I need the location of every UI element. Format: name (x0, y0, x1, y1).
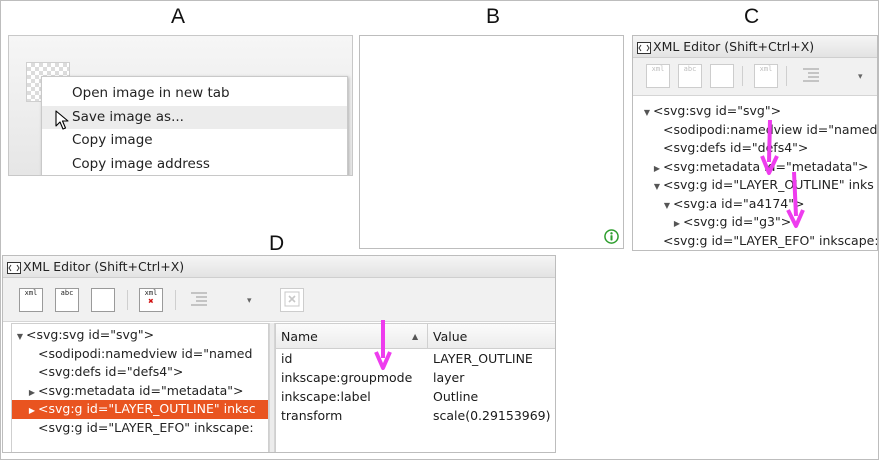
panel-b-blank-canvas (359, 35, 624, 249)
xml-node-label: <svg:a id="a4174"> (673, 195, 805, 211)
toolbar-separator (127, 290, 128, 310)
expanded-triangle-icon[interactable]: ▼ (661, 197, 673, 215)
xml-node-label: <svg:g id="g3"> (683, 214, 792, 229)
xml-node-row[interactable]: <svg:g id="LAYER_EFO" inkscape: (633, 232, 878, 251)
xml-node-label: <svg:svg id="svg"> (653, 103, 782, 118)
xml-editor-toolbar: xml abc xml ✖ ▾ (3, 278, 555, 322)
panel-d-xml-editor: XML Editor (Shift+Ctrl+X) xml abc xml ✖ ▾… (2, 255, 556, 453)
collapsed-triangle-icon[interactable]: ▶ (651, 160, 663, 178)
attribute-row[interactable]: inkscape:groupmode layer (276, 368, 555, 387)
xml-node-row[interactable]: ▼ <svg:svg id="svg"> (12, 326, 268, 345)
sort-ascending-icon[interactable]: ▲ (412, 324, 418, 349)
attribute-row[interactable]: id LAYER_OUTLINE (276, 349, 555, 368)
xml-node-tree: ▼ <svg:svg id="svg"> <sodipodi:namedview i… (11, 323, 269, 452)
attribute-table-header: Name ▲ Value (276, 324, 555, 349)
xml-node-row[interactable]: ▶ <svg:g id="g3"> (633, 213, 877, 233)
xml-node-row[interactable]: <svg:defs id="defs4"> (633, 139, 877, 158)
panel-label-b: B (486, 5, 501, 28)
attribute-value[interactable]: scale(0.29153969) (433, 406, 551, 425)
menu-item-save-image-as[interactable]: Save image as... (42, 105, 347, 129)
xml-node-row[interactable]: ▼ <svg:g id="LAYER_OUTLINE" inks (633, 176, 877, 196)
xml-editor-toolbar: xml abc xml ▾ (633, 58, 877, 96)
xml-editor-title-bar: XML Editor (Shift+Ctrl+X) (3, 256, 555, 278)
panel-label-d: D (269, 232, 285, 255)
attribute-name: inkscape:groupmode (281, 370, 413, 385)
dropdown-arrow-icon[interactable]: ▾ (858, 72, 863, 82)
xml-node-tree: ▼ <svg:svg id="svg"> <sodipodi:namedview i… (633, 96, 878, 251)
expanded-triangle-icon[interactable]: ▼ (641, 104, 653, 122)
toolbar-separator (175, 290, 176, 310)
attribute-name: transform (281, 408, 343, 423)
column-header-value[interactable]: Value (433, 324, 467, 349)
xml-editor-title: XML Editor (Shift+Ctrl+X) (653, 39, 815, 54)
xml-node-row[interactable]: ▶ <svg:metadata id="metadata"> (633, 158, 877, 178)
annotation-arrow-down-icon (374, 320, 392, 370)
panel-a-browser-context: Open image in new tab Save image as... C… (8, 35, 353, 176)
image-context-menu: Open image in new tab Save image as... C… (41, 76, 348, 176)
attribute-value[interactable]: LAYER_OUTLINE (433, 349, 533, 368)
xml-node-label: <svg:g id="LAYER_OUTLINE" inks (663, 177, 874, 192)
xml-node-row[interactable]: ▼ <svg:a id="a4174"> (633, 195, 877, 215)
new-element-node-icon[interactable]: xml (646, 64, 670, 88)
delete-node-icon[interactable]: xml (754, 64, 778, 88)
attribute-row[interactable]: inkscape:label Outline (276, 387, 555, 406)
xml-node-row[interactable]: ▶ <svg:metadata id="metadata"> (12, 382, 268, 401)
xml-editor-icon (637, 39, 651, 60)
collapsed-triangle-icon[interactable]: ▶ (671, 215, 683, 233)
xml-node-label: <svg:g id="LAYER_OUTLINE" inksc (38, 401, 256, 416)
dropdown-arrow-icon[interactable]: ▾ (247, 296, 252, 306)
delete-node-icon[interactable]: xml ✖ (139, 288, 163, 312)
attribute-value[interactable]: layer (433, 368, 464, 387)
xml-editor-icon (7, 259, 21, 280)
attribute-name: inkscape:label (281, 389, 371, 404)
toolbar-separator (786, 66, 787, 86)
unindent-node-icon[interactable] (799, 64, 823, 88)
expanded-triangle-icon[interactable]: ▼ (14, 328, 26, 346)
attribute-value[interactable]: Outline (433, 387, 478, 406)
xml-node-label: <svg:metadata id="metadata"> (38, 382, 244, 398)
new-text-node-icon[interactable]: abc (678, 64, 702, 88)
xml-node-label: <sodipodi:namedview id="named (38, 345, 253, 361)
xml-node-label: <svg:g id="LAYER_EFO" inkscape: (663, 232, 878, 248)
collapsed-triangle-icon[interactable]: ▶ (26, 402, 38, 420)
info-icon[interactable] (604, 229, 619, 244)
xml-node-row[interactable]: ▼ <svg:svg id="svg"> (633, 102, 877, 122)
panel-c-xml-editor: XML Editor (Shift+Ctrl+X) xml abc xml ▾ … (632, 35, 878, 251)
column-header-name[interactable]: Name (281, 324, 318, 349)
mouse-pointer-icon (55, 110, 69, 130)
attribute-table: Name ▲ Value id LAYER_OUTLINE inkscape:gr… (275, 323, 555, 452)
new-text-node-icon[interactable]: abc (55, 288, 79, 312)
xml-node-row[interactable]: <sodipodi:namedview id="named (12, 345, 268, 364)
delete-attribute-icon[interactable] (280, 288, 304, 312)
unindent-node-icon[interactable] (187, 288, 211, 312)
expanded-triangle-icon[interactable]: ▼ (651, 178, 663, 196)
menu-item-copy-image[interactable]: Copy image (42, 129, 347, 153)
annotation-arrow-down-icon (760, 119, 779, 175)
xml-node-label: <svg:g id="LAYER_EFO" inkscape: (38, 419, 254, 435)
new-element-node-icon[interactable]: xml (19, 288, 43, 312)
xml-node-row[interactable]: <svg:g id="LAYER_EFO" inkscape: (12, 419, 268, 438)
xml-editor-title-bar: XML Editor (Shift+Ctrl+X) (633, 36, 877, 58)
toolbar-separator (742, 66, 743, 86)
attribute-row[interactable]: transform scale(0.29153969) (276, 406, 555, 425)
xml-editor-title: XML Editor (Shift+Ctrl+X) (23, 259, 185, 274)
annotation-arrow-down-icon (786, 171, 805, 228)
xml-node-label: <svg:defs id="defs4"> (38, 364, 184, 379)
attribute-name: id (281, 351, 293, 366)
xml-node-label: <svg:svg id="svg"> (26, 327, 155, 342)
duplicate-node-icon[interactable] (91, 288, 115, 312)
xml-node-row[interactable]: <svg:defs id="defs4"> (12, 363, 268, 382)
menu-item-open-image-new-tab[interactable]: Open image in new tab (42, 82, 347, 106)
column-divider[interactable] (427, 324, 428, 349)
collapsed-triangle-icon[interactable]: ▶ (26, 384, 38, 402)
duplicate-node-icon[interactable] (710, 64, 734, 88)
xml-node-row[interactable]: <sodipodi:namedview id="named (633, 121, 877, 140)
xml-node-row-selected[interactable]: ▶ <svg:g id="LAYER_OUTLINE" inksc (12, 400, 268, 419)
menu-item-copy-image-address[interactable]: Copy image address (42, 153, 347, 176)
panel-label-a: A (171, 5, 186, 28)
panel-label-c: C (744, 5, 760, 28)
xml-node-label: <svg:defs id="defs4"> (663, 140, 809, 155)
